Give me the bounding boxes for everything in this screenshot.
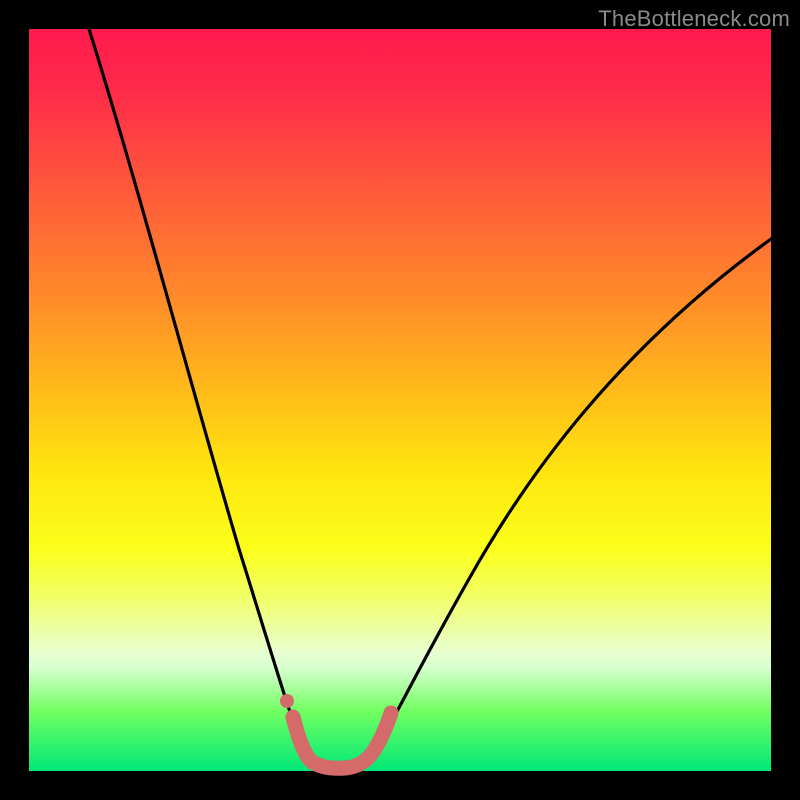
chart-svg [29,29,771,771]
highlight-dot [280,694,294,708]
chart-plot-area [29,29,771,771]
highlight-band-path [293,713,391,768]
bottleneck-curve-path [89,29,771,767]
watermark-text: TheBottleneck.com [598,6,790,32]
